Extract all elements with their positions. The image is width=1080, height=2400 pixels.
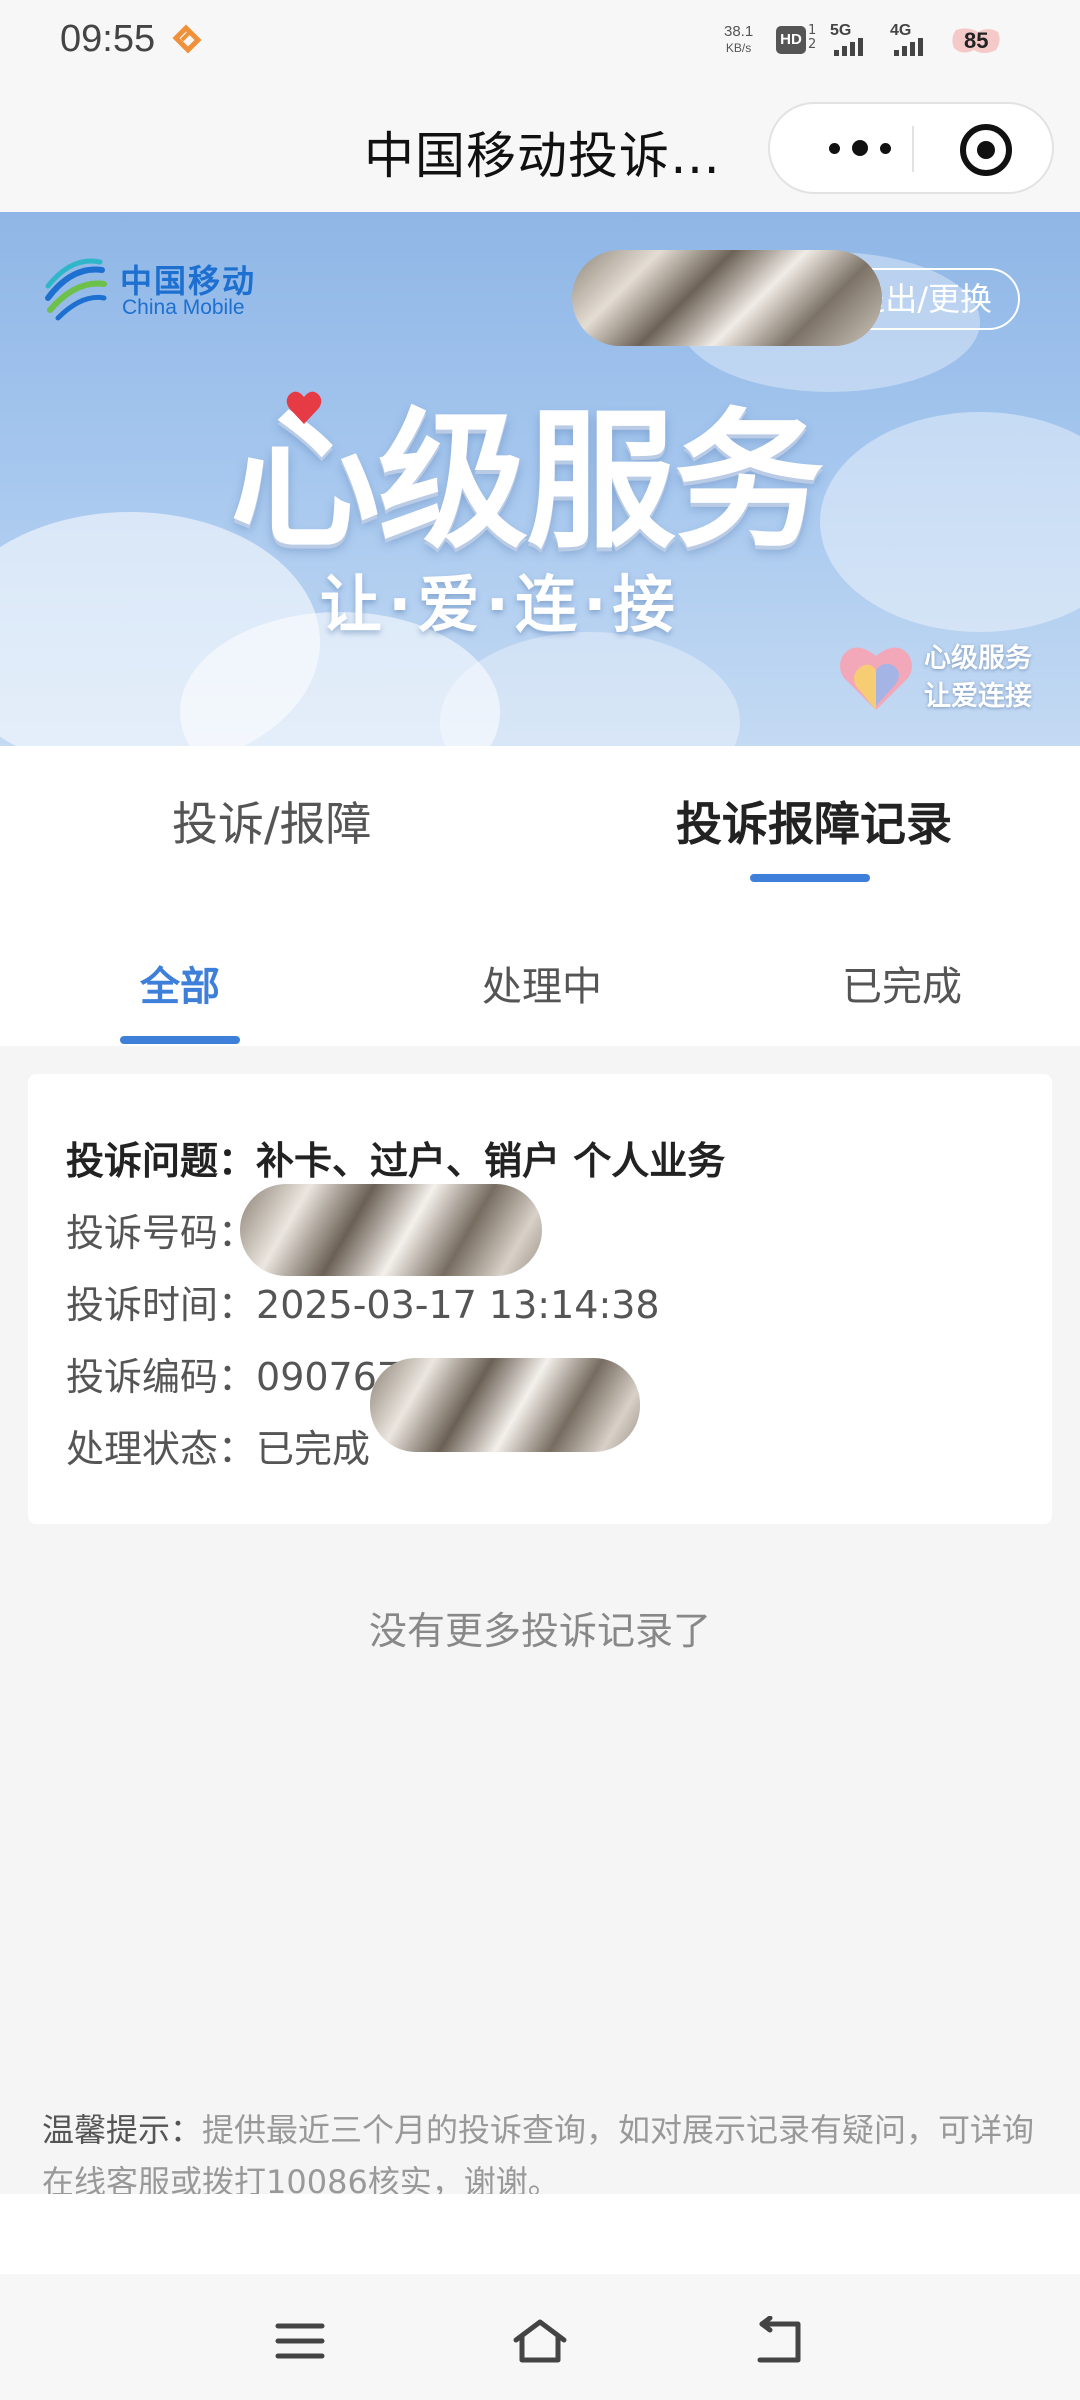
brand-name-en: China Mobile: [122, 296, 245, 319]
capsule-divider: [912, 126, 914, 172]
redacted-complaint-code: [370, 1358, 640, 1452]
menu-icon[interactable]: [270, 2316, 330, 2366]
main-tabs: 投诉/报障 投诉报障记录: [0, 746, 1080, 916]
hd-sub: 1 2: [808, 23, 817, 52]
heart-service-logo-text: 心级服务 让爱连接: [924, 643, 1032, 712]
filter-tab-all[interactable]: 全部: [140, 954, 220, 1012]
signal-5g-icon: [834, 38, 863, 56]
redacted-phone-number: [572, 250, 882, 346]
page-title: 中国移动投诉…: [364, 127, 721, 185]
status-time: 09:55: [60, 18, 156, 60]
no-more-records: 没有更多投诉记录了: [368, 1609, 711, 1653]
redacted-complaint-number: [240, 1184, 542, 1276]
banner: 中国移动 China Mobile 退出/更换 心级服务 让·爱·连·接 心级服…: [0, 212, 1080, 746]
china-mobile-logo-icon: [45, 258, 107, 321]
battery-icon: 85: [948, 26, 1004, 56]
tab-complaint-records[interactable]: 投诉报障记录: [676, 788, 952, 854]
back-icon[interactable]: [750, 2316, 810, 2366]
filter-tab-indicator: [120, 1036, 240, 1044]
tip-footer-bar: [0, 2194, 1080, 2274]
signal-4g-icon: [894, 38, 923, 56]
mini-program-capsule: [768, 102, 1054, 194]
more-menu-button[interactable]: [810, 116, 910, 180]
battery-level: 85: [964, 28, 989, 53]
heart-service-logo-icon: [840, 647, 912, 710]
heart-icon: [286, 391, 322, 424]
tip-label: 温馨提示：: [42, 2111, 203, 2149]
filter-tabs: 全部 处理中 已完成: [0, 916, 1080, 1046]
status-bar: 09:55 38.1 KB/s HD 1 2 5G 4G 85: [0, 0, 1080, 86]
hd-volte-icon: HD: [776, 26, 806, 54]
system-nav-bar: [0, 2274, 1080, 2400]
tip-text: 温馨提示：提供最近三个月的投诉查询，如对展示记录有疑问，可详询在线客服或拨打10…: [42, 2104, 1042, 2208]
record-code: 投诉编码：090767: [66, 1355, 402, 1399]
net-speed: 38.1 KB/s: [724, 23, 754, 56]
close-mini-program-button[interactable]: [960, 124, 1012, 176]
tab-complaint[interactable]: 投诉/报障: [172, 788, 372, 854]
banner-slogan: 让·爱·连·接: [320, 568, 681, 641]
filter-tab-completed[interactable]: 已完成: [842, 954, 962, 1012]
record-number: 投诉号码：: [66, 1211, 257, 1255]
complaint-record-card[interactable]: 投诉问题：补卡、过户、销户 个人业务 投诉号码： 投诉时间：2025-03-17…: [28, 1074, 1052, 1524]
nav-bar: 中国移动投诉…: [0, 86, 1080, 212]
app-notification-icon: [172, 24, 202, 54]
record-time: 投诉时间：2025-03-17 13:14:38: [66, 1283, 660, 1327]
main-tab-indicator: [750, 874, 870, 882]
record-issue: 投诉问题：补卡、过户、销户 个人业务: [66, 1139, 726, 1183]
home-icon[interactable]: [510, 2316, 570, 2366]
record-status: 处理状态：已完成: [66, 1427, 371, 1471]
filter-tab-processing[interactable]: 处理中: [482, 954, 602, 1012]
